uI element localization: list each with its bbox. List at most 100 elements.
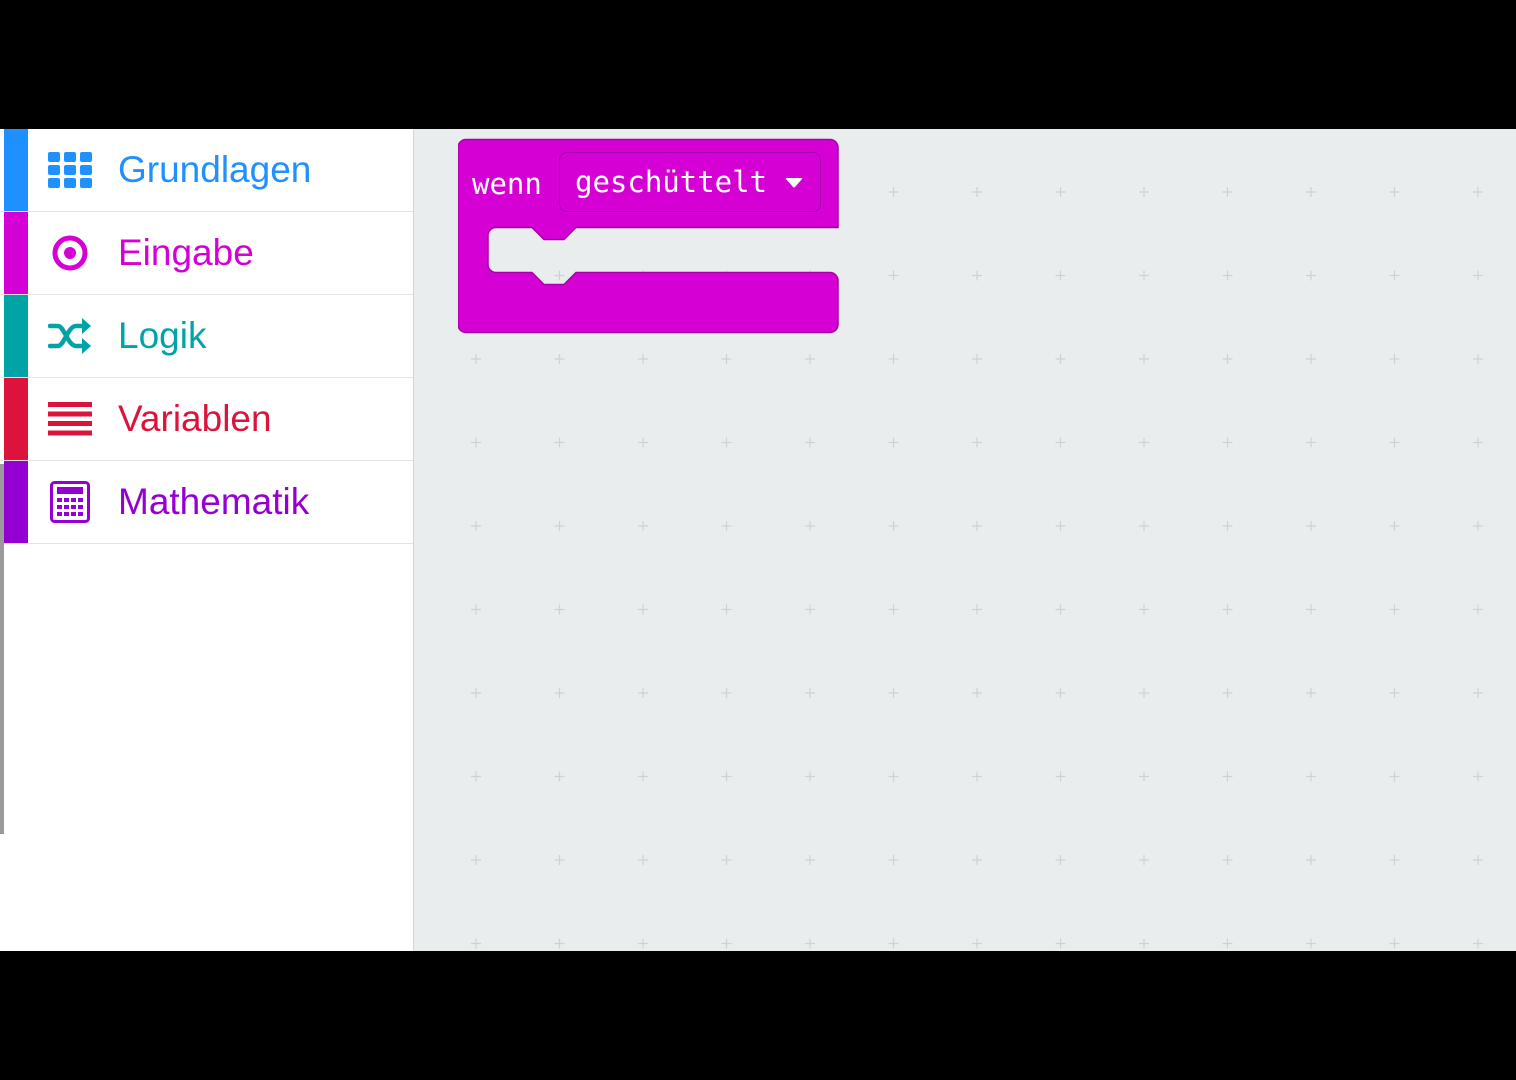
grid-cross [1306,855,1316,865]
grid-cross [1055,187,1066,197]
grid-cross [721,855,732,865]
grid-cross [1055,521,1066,531]
grid-cross [1389,771,1400,782]
grid-cross [972,604,982,615]
grid-cross [888,855,899,865]
grid-cross [888,938,899,949]
toolbox-category-logik[interactable]: Logik [0,295,413,378]
grid-cross [1306,938,1316,949]
grid-cross [638,521,648,531]
toolbox-category-eingabe[interactable]: Eingabe [0,212,413,295]
grid-cross [721,771,732,782]
grid-cross [805,604,815,615]
category-color-stripe [4,212,28,294]
grid-cross [1222,354,1233,364]
grid-cross [1473,270,1483,281]
grid-cross [1389,938,1400,949]
grid-cross [554,437,565,448]
grid-cross [1306,354,1316,364]
grid-cross [1389,604,1400,615]
grid-cross [972,270,982,281]
shuffle-icon [48,316,92,356]
grid-cross [554,354,565,364]
grid-cross [1389,437,1400,448]
grid-cross [471,938,481,949]
grid-cross [1139,855,1149,865]
grid-cross [972,354,982,364]
grid-cross [1139,688,1149,698]
grid-cross [888,270,899,281]
grid-cross [972,521,982,531]
blocks-workspace[interactable]: wenn geschüttelt [414,129,1516,951]
grid-cross [1222,688,1233,698]
grid-cross [972,688,982,698]
makecode-editor: Grundlagen Eingabe Logik Variablen Mathe… [0,129,1516,951]
grid-cross [888,354,899,364]
grid-cross [1473,771,1483,782]
toolbox-category-grundlagen[interactable]: Grundlagen [0,129,413,212]
toolbox-scrollbar[interactable] [0,464,4,834]
grid-cross [1055,604,1066,615]
gesture-dropdown[interactable]: geschüttelt [559,152,821,212]
grid-cross [471,855,481,865]
toolbox-category-mathematik[interactable]: Mathematik [0,461,413,544]
calculator-icon [48,481,92,523]
grid-cross [721,688,732,698]
grid-cross [471,521,481,531]
grid-cross [1055,938,1066,949]
grid-cross [805,938,815,949]
grid-cross [1222,771,1233,782]
dropdown-value: geschüttelt [575,165,768,199]
grid-cross [638,938,648,949]
grid-cross [1473,437,1483,448]
grid-cross [1473,604,1483,615]
target-icon [48,233,92,273]
on-shake-event-block[interactable]: wenn geschüttelt [458,138,840,334]
grid-cross [471,354,481,364]
grid-cross [888,604,899,615]
grid-cross [1139,521,1149,531]
grid-cross [1055,688,1066,698]
grid-cross [1306,771,1316,782]
grid-cross [1139,270,1149,281]
grid-cross [805,771,815,782]
grid-cross [721,354,732,364]
grid-cross [1389,688,1400,698]
grid-cross [1306,604,1316,615]
grid-cross [1222,604,1233,615]
category-color-stripe [4,461,28,543]
grid-cross [638,688,648,698]
grid-cross [471,604,481,615]
grid-cross [1222,437,1233,448]
grid-cross [471,688,481,698]
grid-cross [805,855,815,865]
toolbox-category-label: Logik [118,315,207,356]
grid-cross [805,354,815,364]
grid-cross [1055,437,1066,448]
grid-cross [1473,187,1483,197]
toolbox-category-variablen[interactable]: Variablen [0,378,413,461]
grid-cross [554,604,565,615]
grid-cross [1306,688,1316,698]
toolbox-category-label: Grundlagen [118,149,312,190]
grid-cross [554,688,565,698]
grid-cross [1222,521,1233,531]
grid-cross [1055,270,1066,281]
grid-cross [554,855,565,865]
grid-cross [1306,437,1316,448]
caret-down-icon [785,178,803,188]
toolbox-category-label: Eingabe [118,232,254,273]
grid-cross [805,437,815,448]
grid-cross [721,437,732,448]
grid-cross [721,604,732,615]
category-color-stripe [4,295,28,377]
grid-cross [972,855,982,865]
grid-cross [1055,354,1066,364]
toolbox-category-label: Mathematik [118,481,310,522]
grid-cross [1139,187,1149,197]
grid-cross [1473,688,1483,698]
grid-cross [554,938,565,949]
grid-cross [1389,855,1400,865]
grid-cross [638,604,648,615]
grid-cross [638,771,648,782]
